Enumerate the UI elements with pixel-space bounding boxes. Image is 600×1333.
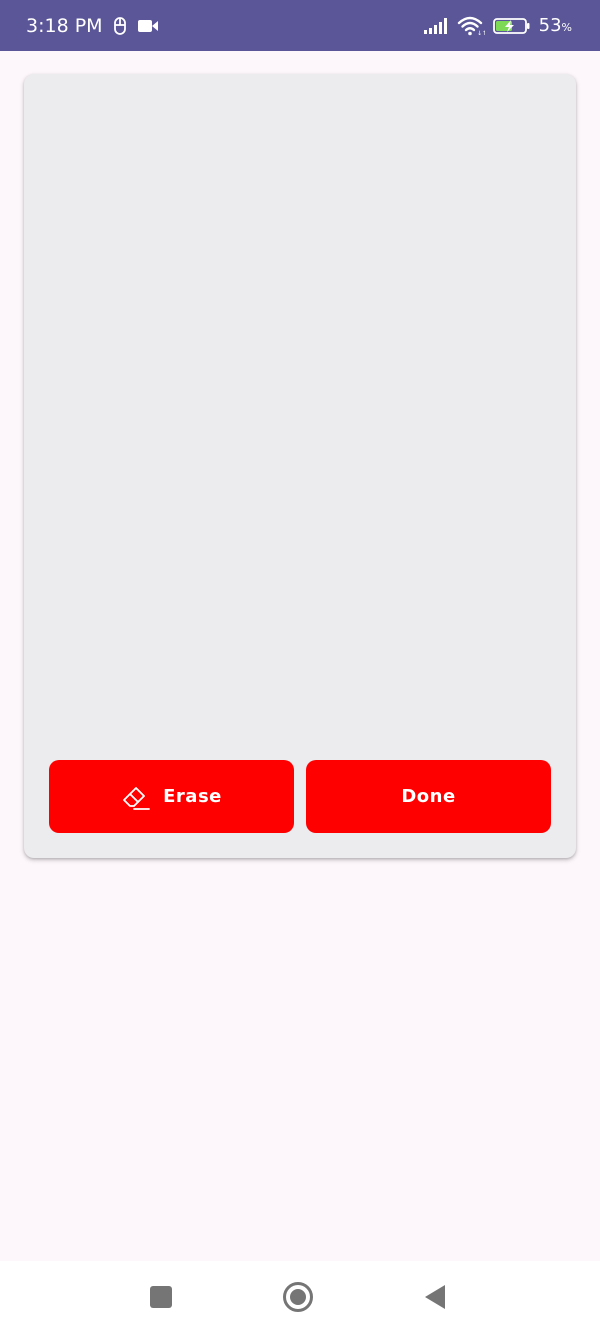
battery-charging-icon	[492, 17, 531, 35]
usb-debug-icon	[113, 16, 127, 35]
wifi-icon: ↓↑	[457, 16, 485, 36]
battery-percent-value: 53	[538, 15, 562, 36]
signature-pad[interactable]	[24, 74, 576, 744]
erase-label: Erase	[163, 786, 222, 807]
navigation-bar	[0, 1261, 600, 1333]
back-button[interactable]	[405, 1261, 465, 1333]
recent-apps-icon	[149, 1285, 173, 1309]
back-icon	[423, 1284, 447, 1310]
video-camera-icon	[137, 18, 159, 34]
status-left: 3:18 PM	[26, 0, 159, 51]
done-button[interactable]: Done	[306, 760, 551, 833]
status-bar: 3:18 PM ↓↑ 53 %	[0, 0, 600, 51]
battery-percent: 53 %	[539, 15, 572, 36]
done-label: Done	[401, 786, 456, 807]
home-icon	[282, 1281, 314, 1313]
home-button[interactable]	[268, 1261, 328, 1333]
battery-percent-sign: %	[561, 21, 572, 34]
status-right: ↓↑ 53 %	[423, 0, 572, 51]
svg-text:↓↑: ↓↑	[477, 30, 485, 36]
status-time: 3:18 PM	[26, 14, 103, 37]
signal-icon	[423, 17, 449, 35]
signature-card: Erase Done	[24, 74, 576, 858]
eraser-icon	[121, 783, 151, 811]
erase-button[interactable]: Erase	[49, 760, 294, 833]
recent-apps-button[interactable]	[131, 1261, 191, 1333]
